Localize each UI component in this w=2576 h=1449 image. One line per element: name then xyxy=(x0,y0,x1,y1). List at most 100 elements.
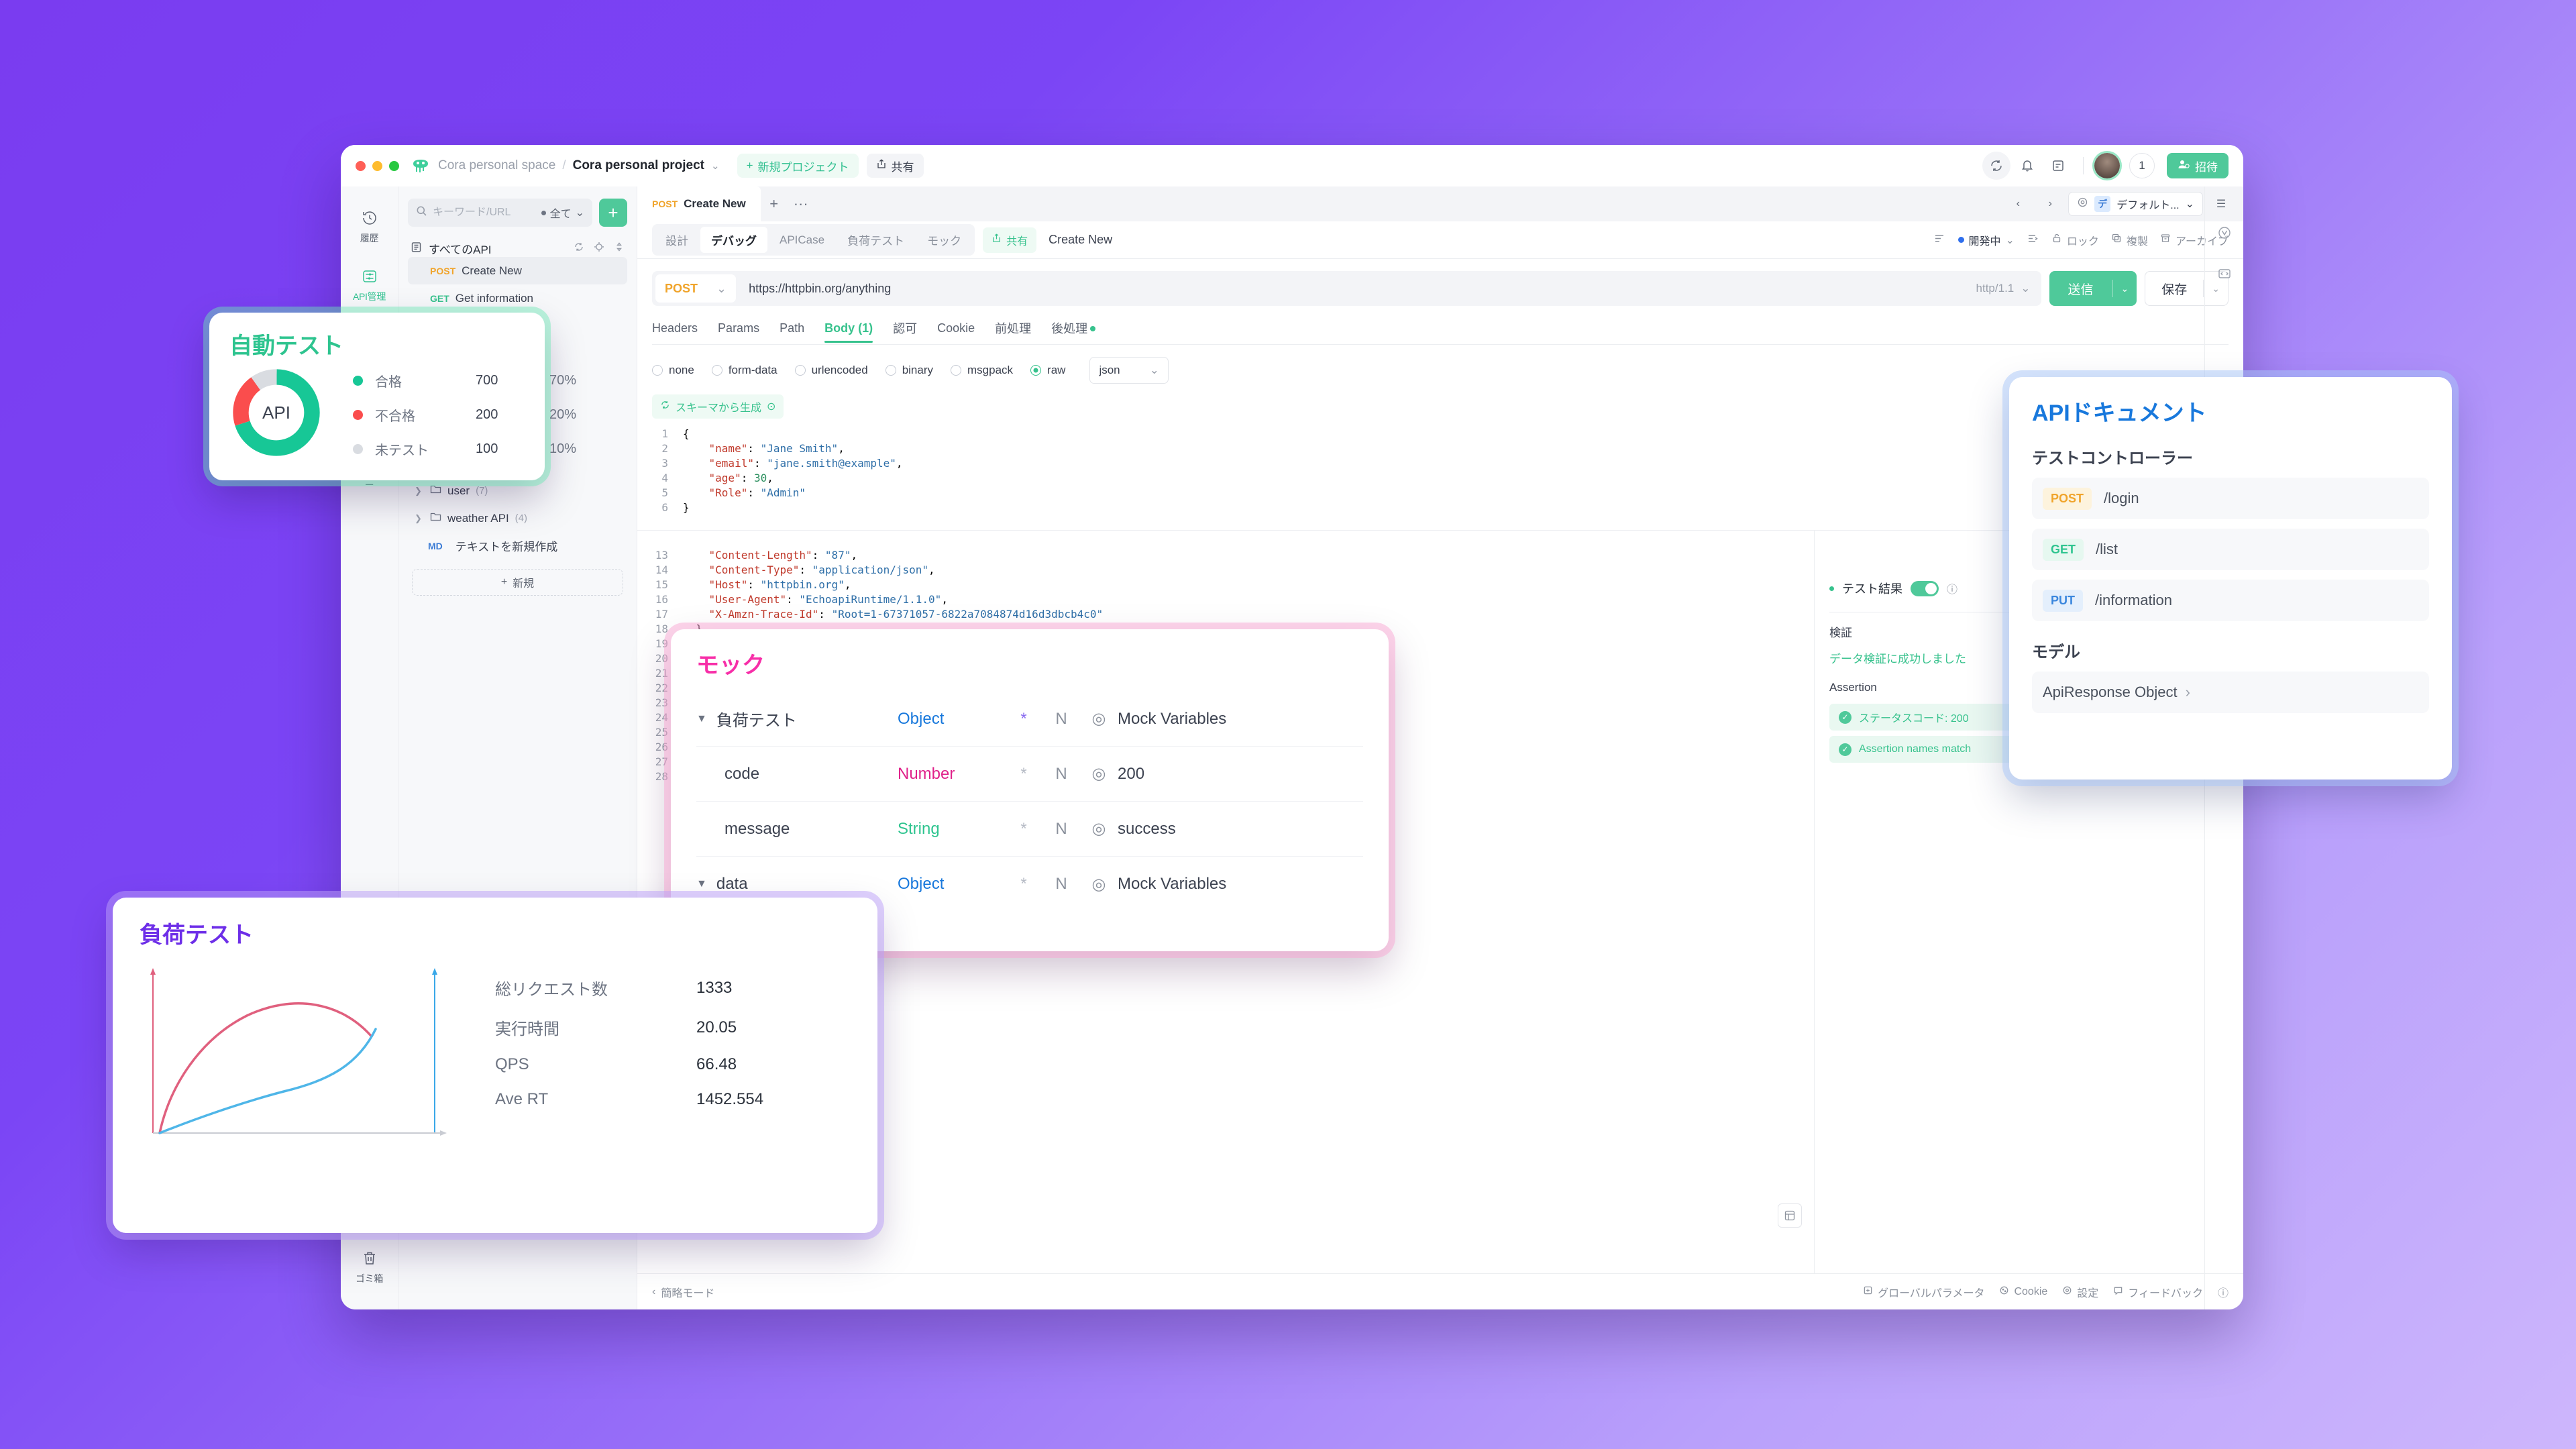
code-snippet-icon[interactable] xyxy=(2217,266,2232,284)
minimize-window-button[interactable] xyxy=(372,161,382,171)
sidebar-item-trash[interactable]: ゴミ箱 xyxy=(344,1242,395,1292)
new-item-button[interactable]: + 新規 xyxy=(412,569,623,596)
send-button[interactable]: 送信 ⌄ xyxy=(2049,271,2137,306)
mock-settings-icon[interactable]: ◎ xyxy=(1080,819,1118,839)
list-item[interactable]: GET /list xyxy=(2032,529,2429,570)
breadcrumb-project[interactable]: Cora personal project xyxy=(573,158,704,173)
caret-down-icon[interactable]: ▼ xyxy=(696,878,707,890)
tab-body[interactable]: Body (1) xyxy=(824,321,873,343)
breadcrumb-workspace[interactable]: Cora personal space xyxy=(438,158,555,173)
simple-mode-button[interactable]: ‹ 簡略モード xyxy=(652,1284,714,1300)
bell-icon[interactable] xyxy=(2013,152,2041,180)
radio-msgpack[interactable]: msgpack xyxy=(951,364,1013,377)
list-item[interactable]: POST Create New xyxy=(408,257,627,284)
refresh-icon[interactable] xyxy=(574,241,584,256)
request-body-editor[interactable]: 1{2 "name": "Jane Smith",3 "email": "jan… xyxy=(652,427,2229,515)
chevron-down-icon[interactable]: ⌄ xyxy=(2113,283,2137,294)
mock-settings-icon[interactable]: ◎ xyxy=(1080,875,1118,894)
table-row[interactable]: ▼負荷テスト Object * N ◎ Mock Variables xyxy=(696,692,1363,747)
tab-mock[interactable]: モック xyxy=(916,227,972,253)
protocol-select[interactable]: http/1.1 ⌄ xyxy=(1976,282,2041,295)
chevron-right-icon[interactable]: ❯ xyxy=(415,486,424,496)
mock-field-type: Object xyxy=(898,875,1005,894)
nav-forward-icon[interactable]: › xyxy=(2036,190,2064,218)
radio-none[interactable]: none xyxy=(652,364,694,377)
tab-create-new[interactable]: POST Create New xyxy=(637,186,761,221)
add-tab-button[interactable]: + xyxy=(761,186,788,221)
chevron-right-icon[interactable]: ❯ xyxy=(415,513,424,524)
table-row[interactable]: message String * N ◎ success xyxy=(696,802,1363,857)
locate-icon[interactable] xyxy=(594,241,604,256)
search-box[interactable]: 全て ⌄ xyxy=(408,199,592,227)
list-item[interactable]: PUT /information xyxy=(2032,580,2429,621)
tab-headers[interactable]: Headers xyxy=(652,321,698,343)
list-item[interactable]: ❯ weather API (4) xyxy=(408,504,627,532)
share-doc-button[interactable]: 共有 xyxy=(983,227,1036,253)
list-item[interactable]: GET Get information xyxy=(408,284,627,312)
tab-debug[interactable]: デバッグ xyxy=(700,227,767,253)
add-api-button[interactable]: + xyxy=(599,199,627,227)
global-params-button[interactable]: グローバルパラメータ xyxy=(1863,1284,1984,1300)
new-project-button[interactable]: + 新規プロジェクト xyxy=(737,154,859,178)
sort-icon[interactable] xyxy=(614,241,625,256)
settings-button[interactable]: 設定 xyxy=(2062,1284,2098,1300)
mock-settings-icon[interactable]: ◎ xyxy=(1080,764,1118,784)
radio-label: none xyxy=(669,364,694,377)
close-window-button[interactable] xyxy=(356,161,366,171)
filter-select[interactable]: 全て ⌄ xyxy=(541,205,584,221)
radio-binary[interactable]: binary xyxy=(885,364,933,377)
tab-path[interactable]: Path xyxy=(780,321,804,343)
list-item[interactable]: ApiResponse Object › xyxy=(2032,672,2429,713)
tab-cookie[interactable]: Cookie xyxy=(937,321,975,343)
generate-from-schema-button[interactable]: スキーマから生成 ⊙ xyxy=(652,394,784,419)
table-row[interactable]: code Number * N ◎ 200 xyxy=(696,747,1363,802)
version-icon[interactable] xyxy=(2217,225,2232,244)
mock-settings-icon[interactable]: ◎ xyxy=(1080,709,1118,729)
duplicate-button[interactable]: 複製 xyxy=(2111,232,2148,248)
radio-raw[interactable]: raw xyxy=(1030,364,1065,377)
window-controls[interactable] xyxy=(356,161,399,171)
indent-icon[interactable] xyxy=(2027,232,2039,248)
lock-button[interactable]: ロック xyxy=(2051,232,2099,248)
raw-format-select[interactable]: json⌄ xyxy=(1089,357,1168,384)
url-field[interactable]: POST ⌄ https://httpbin.org/anything http… xyxy=(652,271,2041,306)
member-count-badge[interactable]: 1 xyxy=(2129,153,2155,178)
sidebar-item-api-manage[interactable]: API管理 xyxy=(344,260,395,310)
radio-form-data[interactable]: form-data xyxy=(712,364,777,377)
help-icon[interactable]: ⓘ xyxy=(1947,580,1957,596)
list-item[interactable]: ❯ user (7) xyxy=(408,477,627,504)
cookie-button[interactable]: Cookie xyxy=(1999,1285,2047,1299)
chevron-down-icon[interactable]: ⌄ xyxy=(711,160,720,172)
caret-down-icon[interactable]: ▼ xyxy=(696,713,707,725)
code-text: } xyxy=(683,500,690,515)
tab-auth[interactable]: 認可 xyxy=(893,319,917,344)
sidebar-item-history[interactable]: 履歴 xyxy=(344,201,395,252)
tab-design[interactable]: 設計 xyxy=(655,227,699,253)
tab-apicase[interactable]: APICase xyxy=(769,229,835,252)
invite-button[interactable]: 招待 xyxy=(2167,153,2229,178)
refresh-icon[interactable] xyxy=(1982,152,2010,180)
method-select[interactable]: POST ⌄ xyxy=(655,274,736,303)
tab-more-button[interactable]: ··· xyxy=(788,186,814,221)
maximize-window-button[interactable] xyxy=(389,161,399,171)
format-icon[interactable] xyxy=(1933,232,1946,248)
avatar[interactable] xyxy=(2094,153,2120,178)
share-button[interactable]: 共有 xyxy=(867,154,924,178)
radio-urlencoded[interactable]: urlencoded xyxy=(795,364,868,377)
environment-select[interactable]: デ デフォルト... ⌄ xyxy=(2068,192,2203,216)
list-item[interactable]: MD テキストを新規作成 xyxy=(408,532,627,559)
list-item[interactable]: POST /login xyxy=(2032,478,2429,519)
url-input[interactable]: https://httpbin.org/anything xyxy=(749,282,891,296)
docs-icon[interactable] xyxy=(2044,152,2072,180)
status-select[interactable]: 開発中 ⌄ xyxy=(1958,232,2015,248)
test-result-toggle[interactable] xyxy=(1911,581,1939,596)
tab-params[interactable]: Params xyxy=(718,321,759,343)
search-input[interactable] xyxy=(433,207,536,219)
tab-pre-process[interactable]: 前処理 xyxy=(995,319,1031,344)
help-icon[interactable]: ⊙ xyxy=(767,400,775,413)
response-expand-button[interactable] xyxy=(1778,1203,1802,1228)
tab-post-process[interactable]: 後処理 xyxy=(1051,319,1095,344)
feedback-button[interactable]: フィードバック xyxy=(2113,1284,2203,1300)
nav-back-icon[interactable]: ‹ xyxy=(2004,190,2032,218)
tab-load-test[interactable]: 負荷テスト xyxy=(837,227,915,253)
